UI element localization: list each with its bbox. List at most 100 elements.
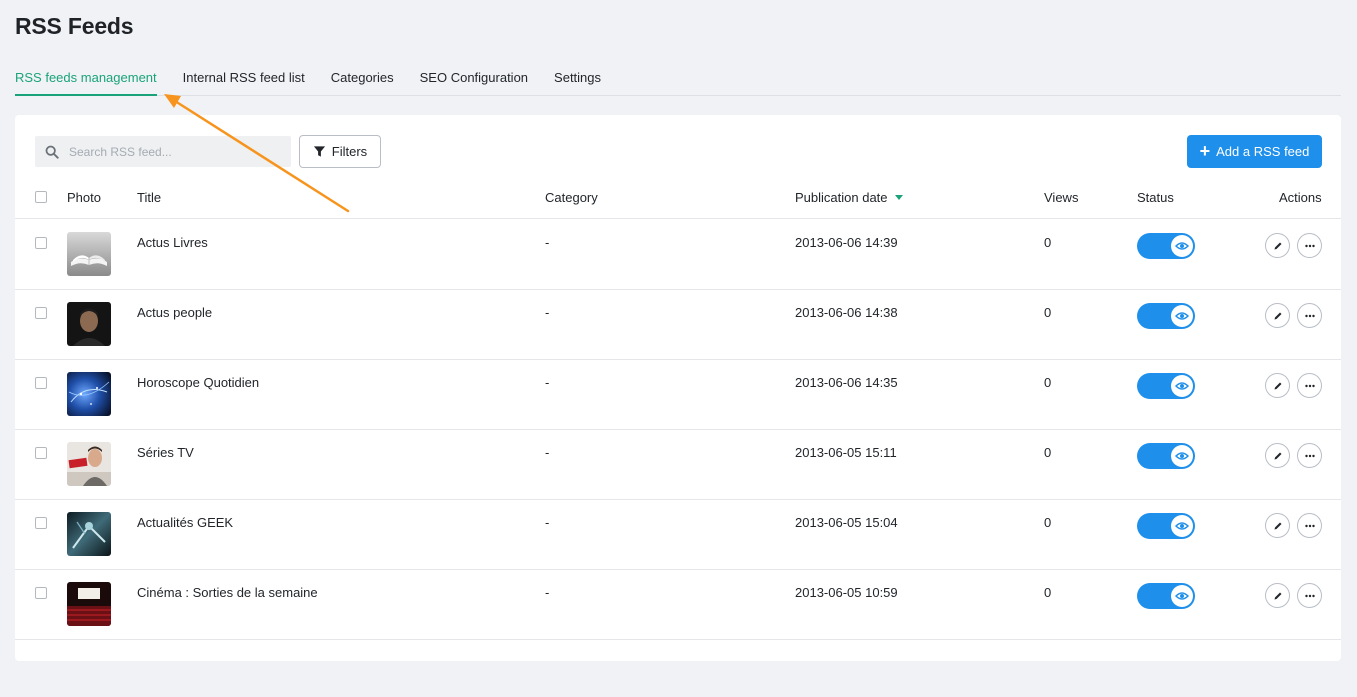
- row-category: -: [545, 375, 550, 390]
- table-row: Actualités GEEK - 2013-06-05 15:04 0: [15, 500, 1341, 570]
- row-views: 0: [1044, 305, 1052, 320]
- status-toggle[interactable]: [1137, 233, 1195, 259]
- column-views: Views: [1044, 190, 1079, 205]
- row-title: Actus people: [137, 305, 213, 320]
- more-icon: [1304, 454, 1315, 457]
- row-views: 0: [1044, 585, 1052, 600]
- column-publication-date-label: Publication date: [795, 190, 888, 205]
- more-actions-button[interactable]: [1297, 303, 1322, 328]
- edit-button[interactable]: [1265, 303, 1290, 328]
- table-header: Photo Title Category Publication date Vi…: [15, 177, 1341, 219]
- row-checkbox[interactable]: [35, 307, 47, 319]
- galaxy-photo-thumbnail: [67, 372, 111, 416]
- row-publication-date: 2013-06-06 14:38: [795, 305, 898, 320]
- tab-internal-rss-feed-list[interactable]: Internal RSS feed list: [183, 60, 305, 96]
- more-actions-button[interactable]: [1297, 583, 1322, 608]
- row-checkbox[interactable]: [35, 447, 47, 459]
- search-icon: [45, 145, 59, 159]
- row-publication-date: 2013-06-05 10:59: [795, 585, 898, 600]
- pencil-icon: [1274, 312, 1281, 319]
- pencil-icon: [1274, 382, 1281, 389]
- column-actions: Actions: [1279, 190, 1322, 205]
- table-row: Actus Livres - 2013-06-06 14:39 0: [15, 220, 1341, 290]
- filter-icon: [313, 146, 325, 157]
- row-title: Actus Livres: [137, 235, 208, 250]
- more-actions-button[interactable]: [1297, 233, 1322, 258]
- row-views: 0: [1044, 445, 1052, 460]
- select-all-checkbox[interactable]: [35, 191, 47, 203]
- page-title: RSS Feeds: [15, 13, 134, 39]
- status-toggle[interactable]: [1137, 373, 1195, 399]
- status-toggle[interactable]: [1137, 583, 1195, 609]
- more-actions-button[interactable]: [1297, 513, 1322, 538]
- row-checkbox[interactable]: [35, 377, 47, 389]
- edit-button[interactable]: [1265, 233, 1290, 258]
- row-checkbox[interactable]: [35, 237, 47, 249]
- row-title: Cinéma : Sorties de la semaine: [137, 585, 318, 600]
- table-row: Actus people - 2013-06-06 14:38 0: [15, 290, 1341, 360]
- search-box: [35, 136, 291, 167]
- column-publication-date[interactable]: Publication date: [795, 190, 903, 205]
- more-icon: [1304, 524, 1315, 527]
- tab-settings[interactable]: Settings: [554, 60, 601, 96]
- row-views: 0: [1044, 375, 1052, 390]
- pencil-icon: [1274, 242, 1281, 249]
- row-title: Séries TV: [137, 445, 194, 460]
- eye-icon: [1171, 585, 1193, 607]
- book-photo-thumbnail: [67, 232, 111, 276]
- more-actions-button[interactable]: [1297, 443, 1322, 468]
- eye-icon: [1171, 445, 1193, 467]
- status-toggle[interactable]: [1137, 443, 1195, 469]
- more-icon: [1304, 244, 1315, 247]
- column-photo: Photo: [67, 190, 101, 205]
- eye-icon: [1171, 515, 1193, 537]
- table-row: Horoscope Quotidien - 2013-06-06 14:35 0: [15, 360, 1341, 430]
- feeds-card: Filters + Add a RSS feed Photo Title Cat…: [15, 115, 1341, 661]
- row-category: -: [545, 235, 550, 250]
- tab-bar: RSS feeds management Internal RSS feed l…: [15, 60, 1341, 96]
- more-icon: [1304, 314, 1315, 317]
- edit-button[interactable]: [1265, 513, 1290, 538]
- status-toggle[interactable]: [1137, 303, 1195, 329]
- robot-photo-thumbnail: [67, 512, 111, 556]
- column-title: Title: [137, 190, 162, 205]
- column-category: Category: [545, 190, 598, 205]
- row-category: -: [545, 515, 550, 530]
- pencil-icon: [1274, 592, 1281, 599]
- more-icon: [1304, 594, 1315, 597]
- edit-button[interactable]: [1265, 443, 1290, 468]
- row-views: 0: [1044, 515, 1052, 530]
- pencil-icon: [1274, 522, 1281, 529]
- add-rss-feed-label: Add a RSS feed: [1216, 144, 1310, 159]
- filters-button[interactable]: Filters: [299, 135, 381, 168]
- eye-icon: [1171, 235, 1193, 257]
- row-views: 0: [1044, 235, 1052, 250]
- row-title: Horoscope Quotidien: [137, 375, 260, 390]
- status-toggle[interactable]: [1137, 513, 1195, 539]
- more-actions-button[interactable]: [1297, 373, 1322, 398]
- row-title: Actualités GEEK: [137, 515, 234, 530]
- row-category: -: [545, 305, 550, 320]
- row-category: -: [545, 445, 550, 460]
- tab-rss-feeds-management[interactable]: RSS feeds management: [15, 60, 157, 96]
- tab-seo-configuration[interactable]: SEO Configuration: [420, 60, 528, 96]
- add-rss-feed-button[interactable]: + Add a RSS feed: [1187, 135, 1322, 168]
- column-status: Status: [1137, 190, 1174, 205]
- search-input[interactable]: [67, 143, 277, 160]
- filters-label: Filters: [331, 144, 368, 159]
- table-row: Séries TV - 2013-06-05 15:11 0: [15, 430, 1341, 500]
- row-checkbox[interactable]: [35, 587, 47, 599]
- edit-button[interactable]: [1265, 373, 1290, 398]
- more-icon: [1304, 384, 1315, 387]
- edit-button[interactable]: [1265, 583, 1290, 608]
- pencil-icon: [1274, 452, 1281, 459]
- row-publication-date: 2013-06-05 15:04: [795, 515, 898, 530]
- eye-icon: [1171, 305, 1193, 327]
- row-publication-date: 2013-06-05 15:11: [795, 445, 897, 460]
- row-category: -: [545, 585, 550, 600]
- row-checkbox[interactable]: [35, 517, 47, 529]
- tab-categories[interactable]: Categories: [331, 60, 394, 96]
- person-photo-thumbnail: [67, 302, 111, 346]
- plus-icon: +: [1199, 140, 1211, 161]
- cinema-photo-thumbnail: [67, 582, 111, 626]
